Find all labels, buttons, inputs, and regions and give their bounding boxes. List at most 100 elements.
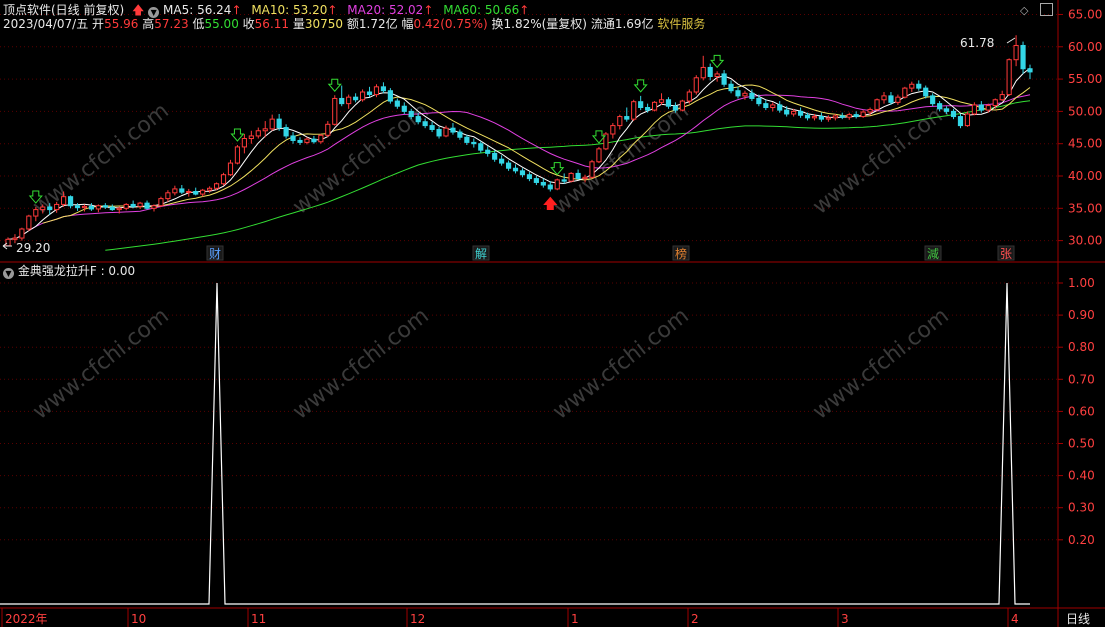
candle-body (763, 103, 769, 109)
event-tag[interactable]: 财 (206, 245, 224, 261)
change-label: 幅 (401, 17, 414, 31)
candle-body (130, 203, 136, 207)
candle-body (248, 135, 254, 140)
candle-body (714, 73, 720, 77)
candle-body (624, 116, 630, 120)
candle (971, 102, 977, 116)
price-tick-label: 65.00 (1068, 7, 1102, 21)
candle-body (526, 174, 533, 180)
turnover-value: 换1.82%(量复权) (491, 17, 588, 31)
candle-body (853, 114, 859, 118)
watermark: www.cfchi.com (28, 303, 173, 424)
candle (269, 114, 275, 131)
candle (485, 146, 491, 157)
candle-body (645, 107, 651, 111)
candle (505, 160, 512, 171)
candle (346, 94, 352, 109)
buy-watch-arrow-icon (591, 130, 607, 144)
candle (700, 55, 706, 81)
candle-body (540, 181, 546, 186)
buy-watch-arrow-icon (710, 54, 725, 69)
candle-body (1006, 59, 1012, 96)
candle-body (193, 191, 199, 195)
candle-body (478, 143, 484, 151)
event-tag[interactable]: 张 (997, 245, 1015, 261)
header-row-2: 2023/04/07/五 开55.96 高57.23 低55.00 收56.11… (3, 17, 705, 31)
candle (575, 169, 581, 180)
candle-body (971, 104, 977, 115)
event-tag[interactable]: 解 (472, 245, 490, 261)
candle (227, 159, 234, 176)
candle-body (999, 94, 1005, 101)
candle-body (554, 179, 560, 190)
buy-watch-arrow-icon (230, 128, 245, 142)
candle-body (485, 149, 491, 154)
indicator-title[interactable]: 金典强龙拉升F (18, 264, 97, 278)
candle (1013, 35, 1019, 67)
candle-body (957, 116, 964, 127)
candle-body (40, 206, 46, 211)
price-tick-label: 50.00 (1068, 104, 1102, 118)
candle-body (443, 127, 449, 137)
high-value: 57.23 (154, 17, 189, 31)
candle-body (88, 205, 95, 210)
candle-body (784, 109, 790, 115)
candle-body (617, 116, 623, 127)
candle (283, 124, 289, 139)
candle-body (791, 110, 797, 115)
open-label: 开 (92, 17, 105, 31)
event-tag-label: 榜 (675, 246, 687, 261)
indicator-dropdown-icon[interactable]: ▼ (3, 268, 14, 279)
close-value: 56.11 (254, 17, 290, 31)
event-tag[interactable]: 榜 (672, 245, 690, 261)
candle-body (200, 189, 206, 195)
candle (137, 201, 143, 209)
candle (248, 130, 254, 144)
candle (220, 172, 227, 186)
change-value: 0.42(0.75%) (413, 17, 488, 31)
candle-body (464, 136, 470, 143)
chart-canvas[interactable]: 65.00 60.00 55.00 50.00 45.00 40.00 35.00 30.00… (0, 0, 1105, 627)
candle-body (596, 148, 602, 163)
sector-link[interactable]: 软件服务 (657, 17, 705, 31)
candle-body (985, 105, 991, 111)
candle-body (234, 146, 241, 164)
diamond-icon[interactable]: ◇ (1020, 4, 1028, 18)
price-tick-label: 45.00 (1068, 137, 1102, 151)
candle-body (902, 87, 908, 98)
candle (957, 113, 964, 129)
candle-body (220, 174, 227, 185)
candle-body (297, 139, 303, 143)
candle-body (186, 191, 192, 194)
minimize-icon[interactable] (1040, 3, 1053, 16)
candle-body (804, 114, 811, 119)
candle-body (575, 172, 581, 180)
candle-body (658, 99, 665, 103)
candle (499, 155, 505, 166)
candle-body (5, 238, 11, 247)
event-tag[interactable]: 減 (924, 245, 942, 261)
candle (394, 98, 400, 109)
candle (777, 101, 783, 113)
candle (881, 92, 887, 104)
ma60-up-icon: ↑ (519, 3, 530, 17)
time-tick-label: 11 (251, 612, 266, 626)
candle (568, 172, 574, 183)
high-price-marker: 61.78 (960, 36, 995, 50)
candle-body (707, 66, 713, 77)
candle (325, 121, 331, 138)
candle-body (450, 127, 456, 133)
candle (638, 95, 644, 111)
candle-body (26, 215, 32, 230)
period-button[interactable]: 日线 (1066, 612, 1090, 626)
candle-body (276, 118, 282, 129)
stock-title[interactable]: 顶点软件(日线 前复权) (3, 3, 124, 17)
candle-body (700, 66, 706, 79)
candle (88, 203, 95, 211)
candle-body (311, 138, 317, 143)
candle-body (860, 111, 866, 118)
candle (651, 101, 658, 112)
candle (721, 70, 727, 87)
candle (756, 94, 762, 107)
watermark: www.cfchi.com (808, 98, 953, 219)
